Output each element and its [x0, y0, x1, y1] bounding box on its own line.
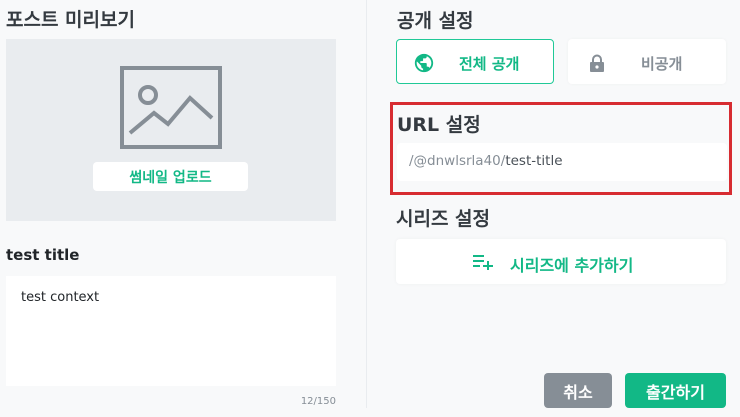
playlist-add-icon: [473, 255, 493, 270]
description-input[interactable]: test context: [6, 276, 336, 386]
lock-icon: [590, 54, 604, 72]
publish-button[interactable]: 출간하기: [625, 373, 726, 408]
url-highlight-box: [390, 102, 732, 195]
post-title: test title: [6, 246, 80, 264]
add-to-series-label: 시리즈에 추가하기: [510, 256, 634, 275]
add-to-series-button[interactable]: 시리즈에 추가하기: [396, 239, 726, 284]
thumbnail-upload-button[interactable]: 썸네일 업로드: [93, 162, 248, 191]
cancel-button[interactable]: 취소: [544, 373, 612, 408]
post-preview-title: 포스트 미리보기: [6, 9, 135, 31]
private-button[interactable]: 비공개: [568, 39, 726, 84]
public-label: 전체 공개: [459, 55, 520, 73]
private-label: 비공개: [641, 55, 683, 73]
visibility-title: 공개 설정: [397, 10, 474, 32]
panel-divider: [366, 0, 367, 408]
public-button[interactable]: 전체 공개: [396, 39, 554, 84]
series-title: 시리즈 설정: [396, 208, 491, 230]
settings-panel: 공개 설정 전체 공개 비공개 URL 설정 시리즈 설정 시리즈에 추가하기: [396, 0, 736, 417]
globe-icon: [414, 53, 434, 73]
description-counter: 12/150: [300, 396, 336, 407]
post-preview-panel: 포스트 미리보기 썸네일 업로드 test title test context…: [0, 0, 367, 417]
image-icon: [120, 66, 222, 149]
thumbnail-area: 썸네일 업로드: [6, 39, 336, 221]
